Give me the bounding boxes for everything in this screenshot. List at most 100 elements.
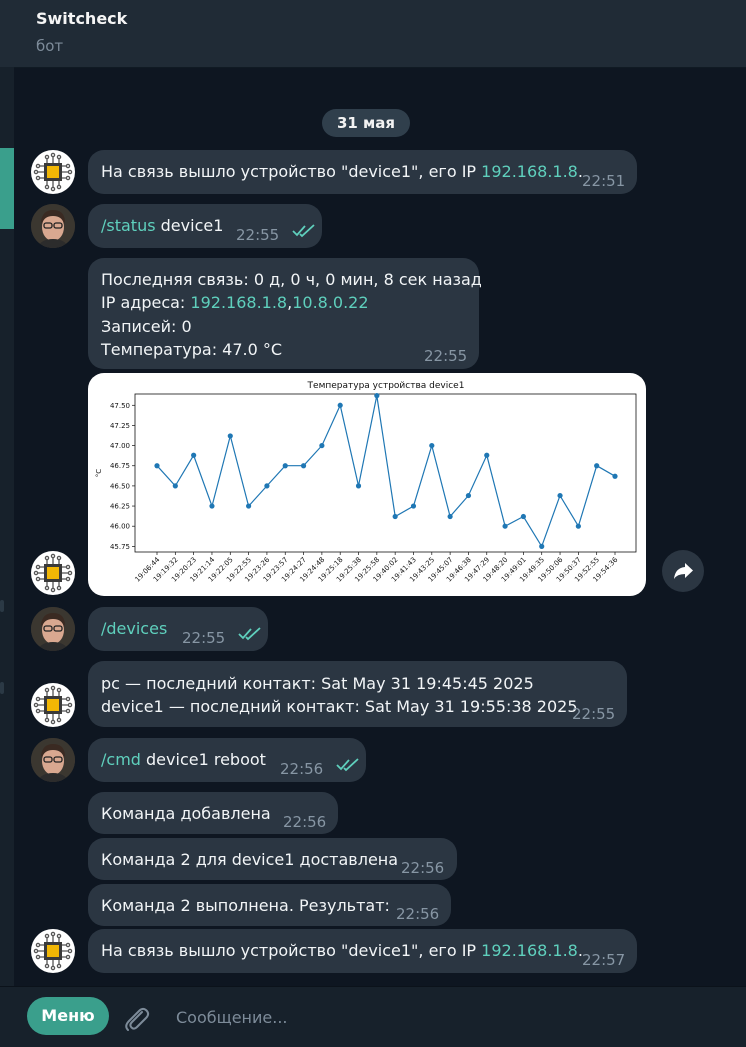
message-input[interactable]: [174, 1001, 698, 1033]
data-point: [300, 463, 307, 469]
double-check-icon: [336, 758, 359, 772]
message-bubble[interactable]: Команда добавлена 22:56: [88, 792, 338, 834]
active-chat-indicator: [0, 148, 14, 229]
bot-avatar[interactable]: [31, 551, 75, 595]
data-point: [392, 513, 398, 520]
date-separator: 31 мая: [322, 109, 410, 137]
temperature-line: Температура: 47.0 °C: [101, 340, 283, 359]
command-link[interactable]: /devices: [101, 619, 167, 638]
user-photo-icon: [31, 204, 75, 248]
user-avatar[interactable]: [31, 204, 75, 248]
forward-button[interactable]: [662, 550, 704, 592]
unread-indicator: [0, 682, 4, 694]
y-tick-label: 47.25: [110, 422, 130, 430]
data-point: [191, 452, 197, 458]
ip-link[interactable]: 192.168.1.8: [481, 162, 578, 181]
data-point: [612, 473, 618, 479]
y-tick-label: 45.75: [110, 543, 130, 551]
temperature-chart: Температура устройства device1 °C 45.75 4…: [95, 381, 637, 584]
message-time: 22:56: [401, 859, 445, 877]
message-text: /devices: [101, 617, 167, 641]
user-photo-icon: [31, 607, 75, 651]
message-text: Команда 2 для device1 доставлена: [101, 850, 399, 869]
data-point: [246, 503, 252, 509]
data-point: [282, 463, 288, 469]
data-point: [209, 503, 215, 509]
command-link[interactable]: /cmd: [101, 750, 141, 769]
data-point: [355, 483, 362, 489]
ip-link[interactable]: 192.168.1.8: [190, 293, 287, 312]
bot-avatar[interactable]: [31, 683, 75, 727]
records-line: Записей: 0: [101, 317, 192, 336]
double-check-icon: [292, 224, 315, 238]
chat-title: Switcheck: [36, 9, 128, 28]
message-time: 22:56: [283, 813, 327, 831]
user-photo-icon: [31, 738, 75, 782]
chart-title: Температура устройства device1: [307, 381, 465, 391]
status-message-bubble[interactable]: Последняя связь: 0 д, 0 ч, 0 мин, 8 сек …: [88, 258, 482, 369]
user-avatar[interactable]: [31, 607, 75, 651]
message-bubble-outgoing[interactable]: /devices 22:55: [88, 607, 268, 651]
ip-link[interactable]: 192.168.1.8: [481, 941, 578, 960]
message-text: На связь вышло устройство "device1", его…: [101, 162, 583, 181]
ip-link[interactable]: 10.8.0.22: [292, 293, 368, 312]
message-bubble[interactable]: Команда 2 выполнена. Результат: 22:56: [88, 884, 451, 926]
chip-icon: [33, 152, 73, 192]
paperclip-icon[interactable]: [122, 1003, 150, 1033]
y-tick-label: 46.50: [110, 482, 130, 490]
command-link[interactable]: /status: [101, 216, 156, 235]
message-time: 22:55: [424, 347, 468, 365]
data-point: [410, 503, 417, 509]
message-text: Команда 2 выполнена. Результат:: [101, 896, 390, 915]
chip-icon: [33, 553, 73, 593]
data-point: [447, 513, 453, 520]
series-line: [156, 395, 616, 548]
message-bubble[interactable]: На связь вышло устройство "device1", его…: [88, 150, 637, 194]
bot-avatar[interactable]: [31, 929, 75, 973]
data-point: [374, 393, 380, 399]
message-time: 22:56: [280, 760, 324, 778]
chart-ylabel: °C: [95, 469, 103, 478]
message-composer: Меню: [0, 986, 746, 1047]
message-bubble[interactable]: На связь вышло устройство "device1", его…: [88, 929, 637, 973]
forward-arrow-icon: [674, 563, 693, 579]
data-point: [337, 402, 343, 408]
data-point: [172, 483, 178, 489]
y-tick-label: 46.25: [110, 503, 130, 511]
message-time: 22:57: [582, 951, 626, 969]
chip-icon: [33, 685, 73, 725]
message-text: Команда добавлена: [101, 804, 271, 823]
message-time: 22:55: [572, 705, 616, 723]
data-point: [575, 523, 581, 529]
bot-avatar[interactable]: [31, 150, 75, 194]
chat-subtitle: бот: [36, 37, 64, 55]
double-check-icon: [238, 627, 261, 641]
message-bubble-outgoing[interactable]: /cmd device1 reboot 22:56: [88, 738, 366, 782]
data-point: [319, 442, 325, 449]
message-time: 22:56: [396, 905, 440, 923]
y-tick-label: 47.00: [110, 442, 130, 450]
chart-photo[interactable]: Температура устройства device1 °C 45.75 4…: [88, 373, 646, 596]
message-text: /cmd device1 reboot: [101, 750, 266, 769]
data-point: [154, 463, 160, 469]
chat-header[interactable]: Switcheck бот: [0, 0, 746, 68]
chip-icon: [33, 931, 73, 971]
unread-indicator: [0, 600, 4, 612]
data-point: [227, 433, 233, 439]
message-time: 22:55: [182, 629, 226, 647]
data-point: [429, 442, 435, 449]
devices-list-bubble[interactable]: pc — последний контакт: Sat May 31 19:45…: [88, 661, 627, 727]
message-text: На связь вышло устройство "device1", его…: [101, 941, 583, 960]
data-point: [520, 513, 526, 520]
message-bubble-outgoing[interactable]: /status device1 22:55: [88, 204, 322, 248]
data-point: [557, 492, 563, 499]
data-point: [264, 483, 270, 489]
menu-button[interactable]: Меню: [27, 997, 109, 1035]
y-tick-label: 46.75: [110, 462, 130, 470]
user-avatar[interactable]: [31, 738, 75, 782]
message-bubble[interactable]: Команда 2 для device1 доставлена 22:56: [88, 838, 457, 880]
data-point: [502, 523, 508, 529]
message-time: 22:55: [236, 226, 280, 244]
y-tick-label: 47.50: [110, 402, 130, 410]
data-point: [465, 492, 472, 499]
